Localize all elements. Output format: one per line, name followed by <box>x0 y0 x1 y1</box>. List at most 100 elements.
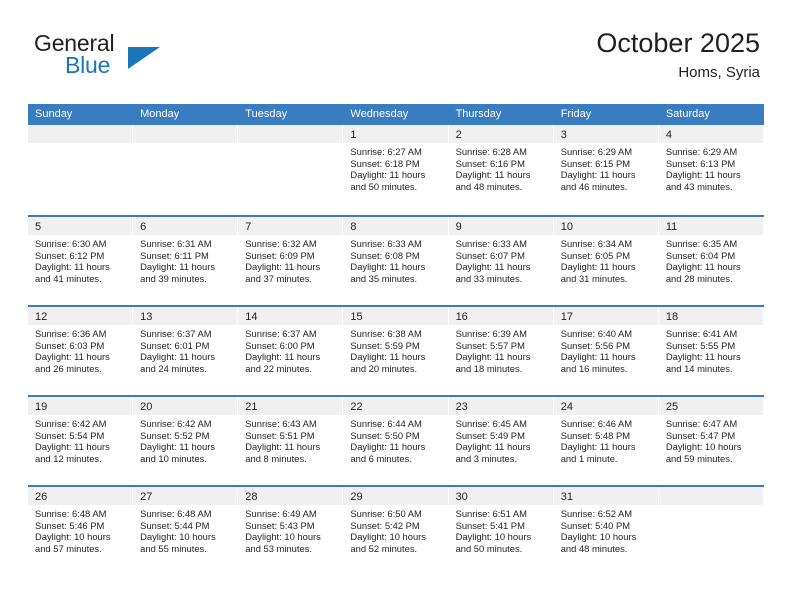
day-cell[interactable]: 29 Sunrise: 6:50 AM Sunset: 5:42 PM Dayl… <box>343 487 449 575</box>
day-cell[interactable]: 31 Sunrise: 6:52 AM Sunset: 5:40 PM Dayl… <box>553 487 659 575</box>
day-cell[interactable]: 26 Sunrise: 6:48 AM Sunset: 5:46 PM Dayl… <box>28 487 134 575</box>
sunset-text: Sunset: 5:44 PM <box>140 519 210 531</box>
day-cell[interactable]: 18 Sunrise: 6:41 AM Sunset: 5:55 PM Dayl… <box>658 307 764 395</box>
weekday-header-thursday: Thursday <box>455 108 502 120</box>
daylight-text-line1: Daylight: 11 hours <box>665 261 741 273</box>
page-title: October 2025 <box>596 28 760 58</box>
sunset-text: Sunset: 5:52 PM <box>140 429 210 441</box>
sunrise-text: Sunrise: 6:33 AM <box>350 238 422 249</box>
day-cell[interactable]: 22 Sunrise: 6:44 AM Sunset: 5:50 PM Dayl… <box>343 397 449 485</box>
daylight-text-line1: Daylight: 11 hours <box>455 351 531 363</box>
day-cell[interactable]: 10 Sunrise: 6:34 AM Sunset: 6:05 PM Dayl… <box>553 217 659 305</box>
day-number-strip <box>238 125 343 143</box>
day-details: Sunrise: 6:27 AM Sunset: 6:18 PM Dayligh… <box>343 143 447 192</box>
sunset-text: Sunset: 5:57 PM <box>455 339 525 351</box>
day-details: Sunrise: 6:30 AM Sunset: 6:12 PM Dayligh… <box>28 235 132 284</box>
sunrise-text: Sunrise: 6:34 AM <box>560 238 633 249</box>
day-cell[interactable]: 23 Sunrise: 6:45 AM Sunset: 5:49 PM Dayl… <box>448 397 554 485</box>
day-cell[interactable]: 11 Sunrise: 6:35 AM Sunset: 6:04 PM Dayl… <box>658 217 764 305</box>
day-details: Sunrise: 6:46 AM Sunset: 5:48 PM Dayligh… <box>554 415 658 464</box>
day-number: 24 <box>560 401 573 413</box>
day-cell <box>658 487 764 575</box>
day-cell[interactable]: 8 Sunrise: 6:33 AM Sunset: 6:08 PM Dayli… <box>343 217 449 305</box>
daylight-text-line2: and 52 minutes. <box>350 542 418 554</box>
day-cell[interactable]: 1 Sunrise: 6:27 AM Sunset: 6:18 PM Dayli… <box>343 125 449 215</box>
daylight-text-line2: and 12 minutes. <box>35 452 102 464</box>
day-number: 9 <box>455 221 462 233</box>
day-details: Sunrise: 6:41 AM Sunset: 5:55 PM Dayligh… <box>659 325 763 374</box>
calendar-page: General Blue October 2025 Homs, Syria Su… <box>0 0 792 612</box>
day-cell[interactable]: 12 Sunrise: 6:36 AM Sunset: 6:03 PM Dayl… <box>28 307 134 395</box>
day-cell[interactable]: 13 Sunrise: 6:37 AM Sunset: 6:01 PM Dayl… <box>133 307 239 395</box>
day-cell[interactable]: 21 Sunrise: 6:43 AM Sunset: 5:51 PM Dayl… <box>238 397 344 485</box>
day-cell[interactable]: 25 Sunrise: 6:47 AM Sunset: 5:47 PM Dayl… <box>658 397 764 485</box>
day-number-strip: 24 <box>553 397 658 415</box>
daylight-text-line1: Daylight: 10 hours <box>665 441 742 453</box>
day-number-strip: 25 <box>658 397 763 415</box>
weekday-header-monday: Monday <box>140 108 180 120</box>
day-details: Sunrise: 6:34 AM Sunset: 6:05 PM Dayligh… <box>554 235 658 284</box>
day-number: 23 <box>455 401 468 413</box>
sunset-text: Sunset: 5:49 PM <box>455 429 525 441</box>
page-header: General Blue October 2025 Homs, Syria <box>28 26 764 98</box>
daylight-text-line2: and 39 minutes. <box>140 272 207 284</box>
day-number: 5 <box>35 221 42 233</box>
sunset-text: Sunset: 6:05 PM <box>560 249 631 261</box>
daylight-text-line2: and 46 minutes. <box>560 180 628 192</box>
day-cell[interactable]: 20 Sunrise: 6:42 AM Sunset: 5:52 PM Dayl… <box>133 397 239 485</box>
day-cell[interactable]: 17 Sunrise: 6:40 AM Sunset: 5:56 PM Dayl… <box>553 307 659 395</box>
day-number: 29 <box>350 491 363 503</box>
sunrise-text: Sunrise: 6:47 AM <box>665 418 738 429</box>
day-cell[interactable]: 5 Sunrise: 6:30 AM Sunset: 6:12 PM Dayli… <box>28 217 134 305</box>
day-details: Sunrise: 6:36 AM Sunset: 6:03 PM Dayligh… <box>28 325 132 374</box>
weekday-header-wednesday: Wednesday <box>350 108 409 120</box>
sunrise-text: Sunrise: 6:31 AM <box>140 238 212 249</box>
day-number-strip: 21 <box>238 397 343 415</box>
day-cell[interactable]: 4 Sunrise: 6:29 AM Sunset: 6:13 PM Dayli… <box>658 125 764 215</box>
day-cell[interactable]: 16 Sunrise: 6:39 AM Sunset: 5:57 PM Dayl… <box>448 307 554 395</box>
logo-triangle-icon <box>128 47 160 69</box>
daylight-text-line1: Daylight: 10 hours <box>140 531 216 543</box>
day-cell[interactable]: 19 Sunrise: 6:42 AM Sunset: 5:54 PM Dayl… <box>28 397 134 485</box>
day-details: Sunrise: 6:29 AM Sunset: 6:13 PM Dayligh… <box>659 143 763 192</box>
day-cell[interactable]: 24 Sunrise: 6:46 AM Sunset: 5:48 PM Dayl… <box>553 397 659 485</box>
day-number: 3 <box>560 129 567 141</box>
day-number-strip: 16 <box>448 307 553 325</box>
day-number-strip <box>658 487 763 505</box>
sunrise-text: Sunrise: 6:39 AM <box>455 328 527 339</box>
day-cell[interactable]: 15 Sunrise: 6:38 AM Sunset: 5:59 PM Dayl… <box>343 307 449 395</box>
day-cell[interactable]: 28 Sunrise: 6:49 AM Sunset: 5:43 PM Dayl… <box>238 487 344 575</box>
daylight-text-line1: Daylight: 11 hours <box>455 261 531 273</box>
daylight-text-line1: Daylight: 11 hours <box>560 169 636 181</box>
daylight-text-line1: Daylight: 10 hours <box>350 531 426 543</box>
day-details: Sunrise: 6:48 AM Sunset: 5:44 PM Dayligh… <box>133 505 237 554</box>
sunrise-text: Sunrise: 6:36 AM <box>35 328 107 339</box>
day-cell[interactable]: 14 Sunrise: 6:37 AM Sunset: 6:00 PM Dayl… <box>238 307 344 395</box>
daylight-text-line1: Daylight: 10 hours <box>560 531 637 543</box>
day-details: Sunrise: 6:40 AM Sunset: 5:56 PM Dayligh… <box>554 325 658 374</box>
day-cell[interactable]: 9 Sunrise: 6:33 AM Sunset: 6:07 PM Dayli… <box>448 217 554 305</box>
day-cell[interactable]: 7 Sunrise: 6:32 AM Sunset: 6:09 PM Dayli… <box>238 217 344 305</box>
daylight-text-line1: Daylight: 11 hours <box>245 351 321 363</box>
day-cell[interactable]: 3 Sunrise: 6:29 AM Sunset: 6:15 PM Dayli… <box>553 125 659 215</box>
day-cell[interactable]: 30 Sunrise: 6:51 AM Sunset: 5:41 PM Dayl… <box>448 487 554 575</box>
sunrise-text: Sunrise: 6:45 AM <box>455 418 527 429</box>
sunrise-text: Sunrise: 6:43 AM <box>245 418 317 429</box>
day-number-strip <box>133 125 238 143</box>
sunset-text: Sunset: 5:47 PM <box>665 429 736 441</box>
sunrise-text: Sunrise: 6:50 AM <box>350 508 422 519</box>
day-number-strip: 2 <box>448 125 553 143</box>
day-cell <box>238 125 344 215</box>
daylight-text-line1: Daylight: 11 hours <box>35 351 110 363</box>
day-details: Sunrise: 6:28 AM Sunset: 6:16 PM Dayligh… <box>449 143 553 192</box>
day-details: Sunrise: 6:37 AM Sunset: 6:00 PM Dayligh… <box>238 325 342 374</box>
sunset-text: Sunset: 6:16 PM <box>455 157 525 169</box>
daylight-text-line1: Daylight: 11 hours <box>140 351 216 363</box>
day-number: 11 <box>665 221 678 233</box>
daylight-text-line2: and 14 minutes. <box>665 362 733 374</box>
day-cell[interactable]: 6 Sunrise: 6:31 AM Sunset: 6:11 PM Dayli… <box>133 217 239 305</box>
sunset-text: Sunset: 5:42 PM <box>350 519 420 531</box>
day-cell[interactable]: 27 Sunrise: 6:48 AM Sunset: 5:44 PM Dayl… <box>133 487 239 575</box>
day-cell[interactable]: 2 Sunrise: 6:28 AM Sunset: 6:16 PM Dayli… <box>448 125 554 215</box>
daylight-text-line2: and 43 minutes. <box>665 180 733 192</box>
